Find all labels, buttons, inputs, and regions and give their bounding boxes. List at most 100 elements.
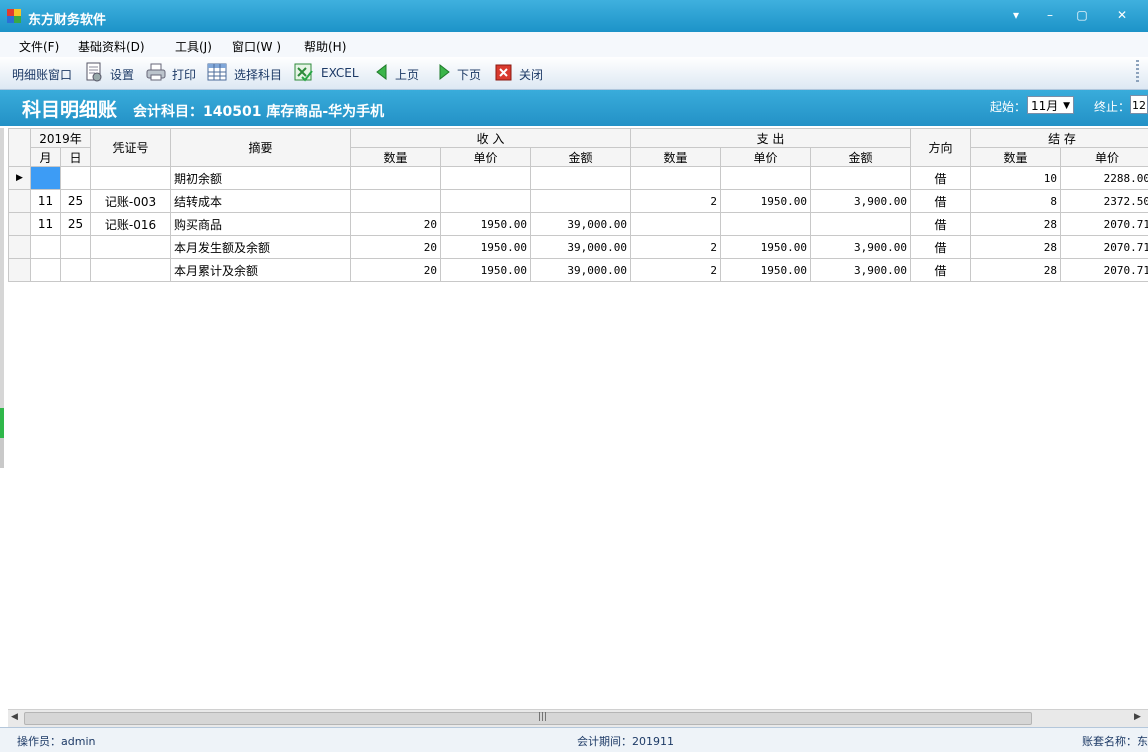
balance-price-cell[interactable]: 2288.00 bbox=[1061, 167, 1148, 190]
maximize-button[interactable]: ▢ bbox=[1067, 6, 1097, 24]
expense-amount-cell[interactable]: 3,900.00 bbox=[811, 259, 911, 282]
summary-cell[interactable]: 结转成本 bbox=[171, 190, 351, 213]
horizontal-scrollbar[interactable]: ◀ ||| ▶ bbox=[8, 709, 1148, 727]
close-window-button[interactable]: ✕ bbox=[1107, 6, 1137, 24]
voucher-cell[interactable]: 记账-003 bbox=[91, 190, 171, 213]
month-cell[interactable] bbox=[31, 259, 61, 282]
row-header[interactable] bbox=[9, 213, 31, 236]
start-month-select[interactable]: 11月 ▼ bbox=[1027, 96, 1074, 114]
expense-qty-cell[interactable]: 2 bbox=[631, 236, 721, 259]
minimize-button[interactable]: – bbox=[1035, 6, 1065, 24]
prev-page-button[interactable]: 上页 bbox=[395, 66, 419, 83]
income-amount-cell[interactable]: 39,000.00 bbox=[531, 259, 631, 282]
expense-price-cell[interactable]: 1950.00 bbox=[721, 236, 811, 259]
expense-qty-cell[interactable] bbox=[631, 213, 721, 236]
print-button[interactable]: 打印 bbox=[172, 66, 196, 83]
direction-cell[interactable]: 借 bbox=[911, 259, 971, 282]
menu-basic-data[interactable]: 基础资料(D) bbox=[78, 38, 145, 55]
expense-qty-cell[interactable]: 2 bbox=[631, 190, 721, 213]
balance-price-cell[interactable]: 2070.71 bbox=[1061, 259, 1148, 282]
table-row[interactable]: 本月累计及余额201950.0039,000.0021950.003,900.0… bbox=[9, 259, 1148, 282]
income-amount-cell[interactable] bbox=[531, 190, 631, 213]
day-cell[interactable] bbox=[61, 167, 91, 190]
excel-button[interactable]: EXCEL bbox=[321, 66, 359, 80]
income-price-cell[interactable]: 1950.00 bbox=[441, 236, 531, 259]
expense-amount-cell[interactable]: 3,900.00 bbox=[811, 190, 911, 213]
arrow-right-icon[interactable] bbox=[434, 62, 454, 82]
current-row-indicator-icon[interactable]: ▶ bbox=[9, 167, 31, 190]
summary-cell[interactable]: 本月累计及余额 bbox=[171, 259, 351, 282]
day-cell[interactable] bbox=[61, 236, 91, 259]
balance-qty-cell[interactable]: 28 bbox=[971, 213, 1061, 236]
direction-cell[interactable]: 借 bbox=[911, 236, 971, 259]
row-header[interactable] bbox=[9, 259, 31, 282]
end-month-select[interactable]: 12 bbox=[1130, 95, 1148, 114]
excel-icon[interactable] bbox=[293, 62, 313, 82]
day-cell[interactable]: 25 bbox=[61, 190, 91, 213]
settings-icon[interactable] bbox=[84, 62, 104, 82]
income-qty-cell[interactable] bbox=[351, 167, 441, 190]
expense-amount-cell[interactable] bbox=[811, 213, 911, 236]
direction-cell[interactable]: 借 bbox=[911, 190, 971, 213]
table-row[interactable]: 1125记账-016购买商品201950.0039,000.00 借282070.… bbox=[9, 213, 1148, 236]
table-row[interactable]: 1125记账-003结转成本 21950.003,900.00借82372.50 bbox=[9, 190, 1148, 213]
income-qty-cell[interactable] bbox=[351, 190, 441, 213]
scroll-right-icon[interactable]: ▶ bbox=[1134, 712, 1141, 722]
expense-qty-cell[interactable] bbox=[631, 167, 721, 190]
menu-help[interactable]: 帮助(H) bbox=[304, 38, 346, 55]
day-cell[interactable]: 25 bbox=[61, 213, 91, 236]
income-amount-cell[interactable] bbox=[531, 167, 631, 190]
balance-price-cell[interactable]: 2070.71 bbox=[1061, 236, 1148, 259]
next-page-button[interactable]: 下页 bbox=[457, 66, 481, 83]
expense-qty-cell[interactable]: 2 bbox=[631, 259, 721, 282]
summary-cell[interactable]: 购买商品 bbox=[171, 213, 351, 236]
income-amount-cell[interactable]: 39,000.00 bbox=[531, 236, 631, 259]
day-cell[interactable] bbox=[61, 259, 91, 282]
income-price-cell[interactable]: 1950.00 bbox=[441, 213, 531, 236]
voucher-cell[interactable] bbox=[91, 236, 171, 259]
menu-tools[interactable]: 工具(J) bbox=[175, 38, 212, 55]
table-icon[interactable] bbox=[207, 62, 227, 82]
table-row[interactable]: 本月发生额及余额201950.0039,000.0021950.003,900.… bbox=[9, 236, 1148, 259]
expense-price-cell[interactable]: 1950.00 bbox=[721, 190, 811, 213]
voucher-cell[interactable]: 记账-016 bbox=[91, 213, 171, 236]
month-cell[interactable] bbox=[31, 167, 61, 190]
income-price-cell[interactable] bbox=[441, 190, 531, 213]
income-qty-cell[interactable]: 20 bbox=[351, 259, 441, 282]
menu-window[interactable]: 窗口(W ) bbox=[232, 38, 281, 55]
income-qty-cell[interactable]: 20 bbox=[351, 213, 441, 236]
row-header[interactable] bbox=[9, 190, 31, 213]
printer-icon[interactable] bbox=[146, 62, 166, 82]
window-menu-button[interactable]: ▾ bbox=[1001, 6, 1031, 24]
expense-amount-cell[interactable]: 3,900.00 bbox=[811, 236, 911, 259]
balance-qty-cell[interactable]: 28 bbox=[971, 236, 1061, 259]
expense-price-cell[interactable] bbox=[721, 213, 811, 236]
close-icon[interactable] bbox=[494, 62, 514, 82]
balance-price-cell[interactable]: 2372.50 bbox=[1061, 190, 1148, 213]
scroll-left-icon[interactable]: ◀ bbox=[11, 712, 18, 722]
balance-price-cell[interactable]: 2070.71 bbox=[1061, 213, 1148, 236]
direction-cell[interactable]: 借 bbox=[911, 213, 971, 236]
summary-cell[interactable]: 本月发生额及余额 bbox=[171, 236, 351, 259]
select-subject-button[interactable]: 选择科目 bbox=[234, 66, 282, 83]
arrow-left-icon[interactable] bbox=[372, 62, 392, 82]
row-header[interactable] bbox=[9, 236, 31, 259]
month-cell[interactable]: 11 bbox=[31, 190, 61, 213]
voucher-cell[interactable] bbox=[91, 167, 171, 190]
balance-qty-cell[interactable]: 8 bbox=[971, 190, 1061, 213]
direction-cell[interactable]: 借 bbox=[911, 167, 971, 190]
income-amount-cell[interactable]: 39,000.00 bbox=[531, 213, 631, 236]
scroll-thumb[interactable]: ||| bbox=[24, 712, 1032, 725]
balance-qty-cell[interactable]: 10 bbox=[971, 167, 1061, 190]
month-cell[interactable] bbox=[31, 236, 61, 259]
income-qty-cell[interactable]: 20 bbox=[351, 236, 441, 259]
summary-cell[interactable]: 期初余额 bbox=[171, 167, 351, 190]
expense-price-cell[interactable] bbox=[721, 167, 811, 190]
month-cell[interactable]: 11 bbox=[31, 213, 61, 236]
expense-amount-cell[interactable] bbox=[811, 167, 911, 190]
expense-price-cell[interactable]: 1950.00 bbox=[721, 259, 811, 282]
balance-qty-cell[interactable]: 28 bbox=[971, 259, 1061, 282]
income-price-cell[interactable] bbox=[441, 167, 531, 190]
close-button[interactable]: 关闭 bbox=[519, 66, 543, 83]
table-row[interactable]: ▶ 期初余额 借102288.00 bbox=[9, 167, 1148, 190]
